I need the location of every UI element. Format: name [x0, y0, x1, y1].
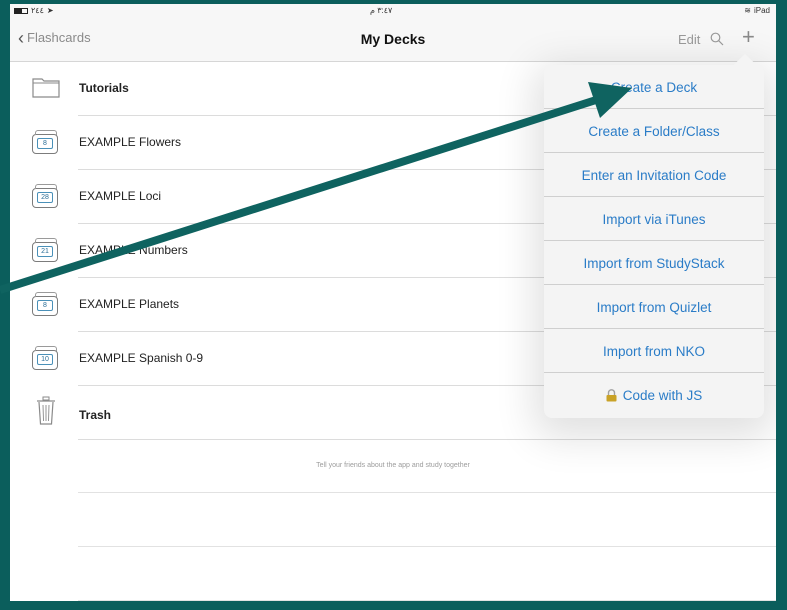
menu-item-label: Import from NKO [602, 343, 705, 359]
menu-item-label: Import from StudyStack [583, 255, 725, 271]
deck-icon: 28 [32, 184, 58, 208]
list-item-label: Tutorials [79, 81, 129, 95]
list-item-label: EXAMPLE Spanish 0-9 [79, 351, 204, 365]
lock-icon [606, 388, 617, 401]
device-label: iPad [753, 6, 770, 15]
deck-count: 28 [37, 192, 53, 203]
menu-item-label: Import from Quizlet [596, 299, 712, 315]
edit-button[interactable]: Edit [678, 32, 700, 47]
status-right: ≋ iPad [744, 6, 770, 15]
deck-count: 21 [37, 246, 53, 257]
footer-text: Tell your friends about the app and stud… [316, 462, 470, 469]
status-left-text: ٢٤٤ [31, 6, 44, 15]
list-item-label: EXAMPLE Flowers [79, 135, 182, 149]
status-time: ٣:٤٧ م [370, 6, 393, 15]
deck-icon: 21 [32, 238, 58, 262]
menu-item-label: Enter an Invitation Code [581, 167, 727, 183]
trash-icon [37, 396, 55, 425]
menu-item-import-studystack[interactable]: Import from StudyStack [544, 241, 764, 285]
menu-item-label: Create a Deck [610, 79, 698, 95]
search-icon[interactable] [710, 32, 724, 46]
list-item-label: EXAMPLE Planets [79, 297, 180, 311]
deck-count: 8 [37, 138, 53, 149]
menu-item-invitation-code[interactable]: Enter an Invitation Code [544, 153, 764, 197]
wifi-icon: ≋ [744, 6, 751, 15]
folder-icon [32, 78, 60, 98]
menu-item-import-itunes[interactable]: Import via iTunes [544, 197, 764, 241]
status-left: ٢٤٤ ➤ [14, 6, 54, 15]
chevron-left-icon: ‹ [18, 27, 24, 48]
row-divider [78, 546, 776, 547]
deck-icon: 8 [32, 130, 58, 154]
menu-item-label: Import via iTunes [602, 211, 706, 227]
row-divider [78, 600, 776, 601]
menu-item-create-deck[interactable]: Create a Deck [544, 65, 764, 109]
menu-item-label: Code with JS [622, 387, 703, 403]
menu-item-create-folder[interactable]: Create a Folder/Class [544, 109, 764, 153]
battery-icon [14, 7, 28, 14]
back-button[interactable]: ‹ Flashcards [18, 27, 91, 48]
deck-count: 8 [37, 300, 53, 311]
row-divider [78, 439, 776, 440]
deck-icon: 10 [32, 346, 58, 370]
nav-bar: ‹ Flashcards My Decks Edit + [10, 18, 776, 62]
menu-item-code-with-js[interactable]: Code with JS [544, 373, 764, 417]
list-item-label: Trash [79, 408, 112, 422]
list-item-label: EXAMPLE Loci [79, 189, 162, 203]
app-window: ٢٤٤ ➤ ٣:٤٧ م ≋ iPad ‹ Flashcards My Deck… [10, 4, 776, 601]
list-item-label: EXAMPLE Numbers [79, 243, 188, 257]
add-button[interactable]: + [742, 26, 755, 48]
deck-icon: 8 [32, 292, 58, 316]
row-divider [78, 492, 776, 493]
menu-item-import-nko[interactable]: Import from NKO [544, 329, 764, 373]
add-menu-popover: Create a Deck Create a Folder/Class Ente… [544, 65, 764, 418]
location-icon: ➤ [46, 6, 54, 15]
menu-item-import-quizlet[interactable]: Import from Quizlet [544, 285, 764, 329]
menu-item-label: Create a Folder/Class [588, 123, 720, 139]
page-title: My Decks [360, 31, 426, 47]
status-bar: ٢٤٤ ➤ ٣:٤٧ م ≋ iPad [10, 4, 776, 18]
deck-count: 10 [37, 354, 53, 365]
back-label: Flashcards [27, 30, 91, 45]
